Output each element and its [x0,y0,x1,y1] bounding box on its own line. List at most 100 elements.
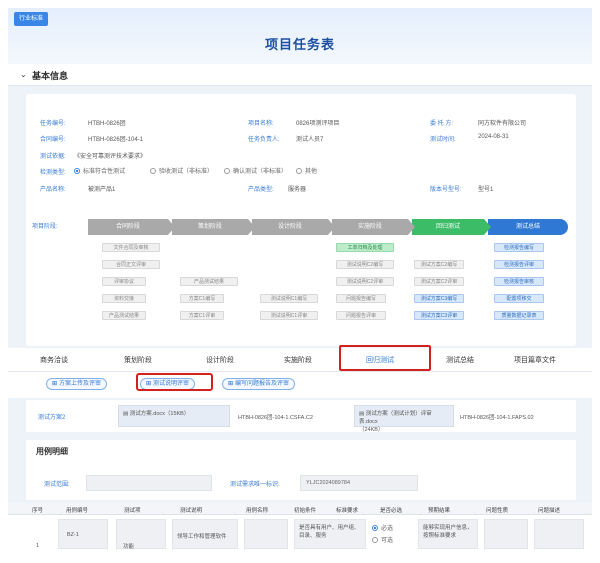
task-lead-label: 任务负责人: [248,137,280,143]
stage-regression[interactable]: 回归测试 [412,219,491,235]
contract-no-label: 合同编号: [40,137,66,143]
doc-file-1[interactable]: ▤ 测试方案.docx（15KB） [118,405,230,427]
tab-summary[interactable]: 测试总结 [446,355,474,365]
th-expected: 预期结果 [428,508,451,514]
chip-c1-2[interactable]: 评审协议 [102,277,146,286]
chip-c2-1[interactable]: 方案C1编写 [180,294,224,303]
highlight-box-tab [339,345,431,371]
project-name-label: 项目名称: [248,121,274,127]
stage-contract[interactable]: 合同阶段 [88,219,175,235]
chip-c3-c[interactable]: 产品测试结果 [180,277,238,286]
chip-c5-0[interactable]: 测试方案C2编写 [414,260,464,269]
tab-business[interactable]: 商务洽谈 [40,355,68,365]
product-name-value: 被测产品1 [88,187,116,193]
task-lead-value: 测试人员7 [296,137,324,143]
chip-c6-2[interactable]: 检测报告审核 [494,277,544,286]
client-label: 委 托 方: [430,121,454,127]
section-basic-header[interactable]: ⌄ 基本信息 [8,64,592,86]
th-test-item: 测试项 [124,508,141,514]
td-name-box[interactable] [244,519,288,549]
brand-logo: 行业标准 [14,12,49,26]
req-id-field[interactable]: YLJC2024089784 [300,475,418,491]
th-issue-type: 问题性质 [486,508,509,514]
radio-other[interactable]: 其他 [296,166,317,175]
tab-implementation[interactable]: 实施阶段 [284,355,312,365]
action-row: ⊞ 方案上传及评审 ⊞ 测试说明评审 ⊞ 编写问题报告及评审 [8,372,592,398]
td-item-box[interactable]: 功能 [116,519,166,550]
product-type-value: 服务器 [288,187,307,193]
chip-c6-4[interactable]: 质量数据记录表 [494,311,544,320]
doc-label: 测试方案2 [38,415,66,421]
req-id-label: 测试需求唯一标识: [230,482,280,488]
th-case-name: 用例名称 [246,508,269,514]
stage-planning[interactable]: 策划阶段 [172,219,255,235]
page-header: 行业标准 项目任务表 [8,8,592,64]
chip-c3-1[interactable]: 测试说明C1编写 [260,294,318,303]
chip-c1-1[interactable]: 合同正文评审 [102,260,160,269]
chip-c3-2[interactable]: 测试说明C1评审 [260,311,318,320]
table-row[interactable]: 1 BZ-1 功能 领导工作和管理软件 是否具有用户、用户组、目录、服务 必选 … [8,515,592,555]
td-expected-box[interactable]: 能够实现用户信息，按照标准要求 [418,519,478,549]
radio-required[interactable]: 必选 [372,523,393,532]
th-required: 是否必选 [380,508,403,514]
test-date-value: 2024-08-31 [478,134,509,140]
stage-design[interactable]: 设计阶段 [252,219,335,235]
td-issue-desc-box[interactable] [534,519,584,549]
section-basic-label: 基本信息 [32,71,69,81]
stage-summary[interactable]: 测试总结 [488,219,568,235]
stage-implementation[interactable]: 实施阶段 [332,219,415,235]
chip-c4-4[interactable]: 问题报告评审 [336,311,386,320]
th-init: 初始条件 [294,508,317,514]
chip-c5-2[interactable]: 测试方案C3编写 [414,294,464,303]
chip-c4-0[interactable]: 工单归档及处理 [336,243,394,252]
file-icon: ▤ [123,411,130,417]
test-type-label: 检测类型: [40,170,66,176]
chip-c2-2[interactable]: 方案C1评审 [180,311,224,320]
app-frame: 行业标准 项目任务表 ⌄ 基本信息 任务编号: HTBH-0826团 项目名称:… [8,8,592,555]
chip-c6-3[interactable]: 配置项移交 [494,294,544,303]
chip-c3-0[interactable]: 产品测试结果 [102,311,146,320]
radio-acceptance[interactable]: 验收测试（非标准） [150,166,213,175]
plan-upload-button[interactable]: ⊞ 方案上传及评审 [46,378,108,390]
doc-row: 测试方案2 ▤ 测试方案.docx（15KB） HTBH-0826团-104-1… [26,400,576,433]
test-scope-field[interactable] [86,475,212,491]
chip-c1-0[interactable]: 文件合同及审核 [102,243,160,252]
th-test-desc: 测试说明 [180,508,203,514]
client-value: 同方软件有限公司 [478,121,527,127]
chip-c6-0[interactable]: 检测报告编写 [494,243,544,252]
radio-optional[interactable]: 可选 [372,535,393,544]
chip-c4-3[interactable]: 问题报告编写 [336,294,386,303]
chip-c4-1[interactable]: 测试说明C2编写 [336,260,394,269]
version-value: 型号1 [478,187,494,193]
chip-c5-1[interactable]: 测试方案C2评审 [414,277,464,286]
tab-design[interactable]: 设计阶段 [206,355,234,365]
td-req-box[interactable]: 是否具有用户、用户组、目录、服务 [294,519,366,549]
product-name-label: 产品名称: [40,187,66,193]
test-basis-label: 测试依据: [40,154,66,160]
tab-planning[interactable]: 策划阶段 [124,355,152,365]
th-std: 标准要求 [336,508,359,514]
issue-report-button[interactable]: ⊞ 编写问题报告及评审 [222,378,296,390]
version-label: 版本号型号: [430,187,462,193]
td-desc-box[interactable]: 领导工作和管理软件 [172,519,238,549]
tab-bar: 商务洽谈 策划阶段 设计阶段 实施阶段 回归测试 测试总结 项目篇章文件 [8,348,592,372]
chip-c4-2[interactable]: 测试说明C2评审 [336,277,394,286]
stage-label: 项目阶段: [32,224,58,230]
doc-id-2: HTBH-0826团-104-1.FAPS.02 [460,415,534,421]
td-issue-type-box[interactable] [484,519,528,549]
contract-no-value: HTBH-0826团-104-1 [88,137,144,143]
th-seq: 序号 [32,508,44,514]
chip-c2-0[interactable]: 资料交接 [102,294,146,303]
task-no-value: HTBH-0826团 [88,121,126,127]
radio-standard[interactable]: 标准符合性测试 [74,166,125,175]
chevron-down-icon[interactable]: ⌄ [20,70,27,79]
chip-c5-3[interactable]: 测试方案C3评审 [414,311,464,320]
th-issue-desc: 问题描述 [538,508,561,514]
chip-c6-1[interactable]: 检测报告评审 [494,260,544,269]
radio-confirm[interactable]: 确认测试（非标准） [224,166,287,175]
doc-file-2[interactable]: ▤ 测试方案（测试计划）评审表.docx （24KB） [354,405,454,433]
td-case-id-box[interactable]: BZ-1 [58,519,108,549]
test-basis-value: 《安全可靠测评技术要求》 [74,154,147,160]
tab-project-files[interactable]: 项目篇章文件 [514,355,556,365]
page-title: 项目任务表 [264,37,335,52]
